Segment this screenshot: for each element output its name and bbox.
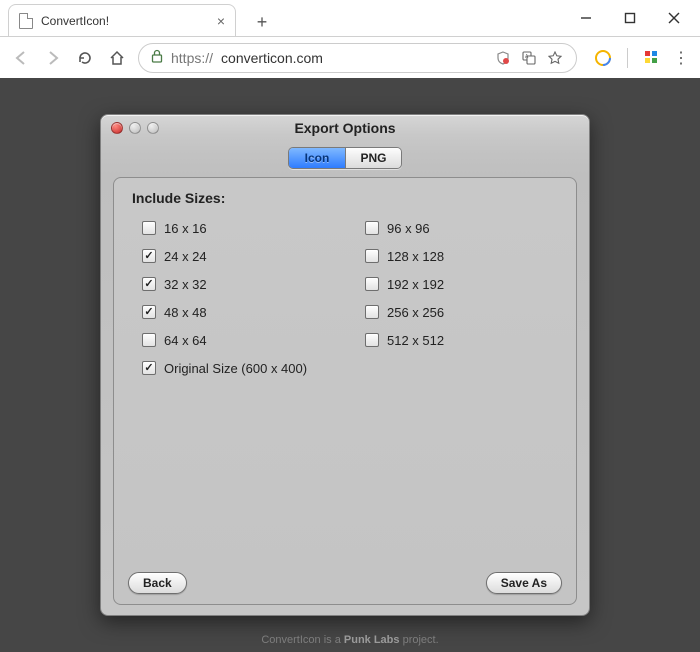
- size-checkbox[interactable]: [142, 361, 156, 375]
- maximize-button[interactable]: [612, 4, 648, 32]
- size-label: 16 x 16: [164, 221, 207, 236]
- tab-png[interactable]: PNG: [345, 148, 401, 168]
- export-options-dialog: Export Options Icon PNG Include Sizes: 1…: [100, 114, 590, 616]
- size-label: Original Size (600 x 400): [164, 361, 307, 376]
- size-label: 128 x 128: [387, 249, 444, 264]
- forward-button[interactable]: [42, 47, 64, 69]
- translate-icon[interactable]: A: [520, 49, 538, 67]
- size-checkbox[interactable]: [365, 221, 379, 235]
- save-as-button[interactable]: Save As: [486, 572, 562, 594]
- size-label: 96 x 96: [387, 221, 430, 236]
- size-checkbox[interactable]: [365, 333, 379, 347]
- url-scheme: https://: [171, 50, 213, 66]
- tab-icon[interactable]: Icon: [289, 148, 345, 168]
- toolbar: https:// converticon.com A ⋮: [0, 36, 700, 78]
- arrow-right-icon: [45, 50, 61, 66]
- size-checkbox[interactable]: [365, 305, 379, 319]
- address-bar[interactable]: https:// converticon.com A: [138, 43, 577, 73]
- size-option: 32 x 32: [132, 270, 335, 298]
- window-controls: [568, 4, 692, 32]
- back-button[interactable]: [10, 47, 32, 69]
- toolbar-divider: [627, 48, 628, 68]
- shield-icon[interactable]: [494, 49, 512, 67]
- lock-icon: [151, 49, 163, 66]
- browser-tab[interactable]: ConvertIcon! ×: [8, 4, 236, 36]
- size-label: 512 x 512: [387, 333, 444, 348]
- browser-chrome: ConvertIcon! × +: [0, 0, 700, 78]
- tab-title: ConvertIcon!: [41, 14, 209, 28]
- close-window-button[interactable]: [656, 4, 692, 32]
- size-checkbox[interactable]: [142, 305, 156, 319]
- new-tab-button[interactable]: +: [248, 8, 276, 36]
- maximize-icon: [624, 12, 636, 24]
- size-checkbox[interactable]: [142, 277, 156, 291]
- size-option: 192 x 192: [355, 270, 558, 298]
- home-button[interactable]: [106, 47, 128, 69]
- size-option: 128 x 128: [355, 242, 558, 270]
- size-label: 24 x 24: [164, 249, 207, 264]
- extension-icons: ⋮: [587, 48, 690, 68]
- size-option: 512 x 512: [355, 326, 558, 354]
- footer-pre: ConvertIcon is a: [261, 634, 344, 646]
- kebab-menu-icon[interactable]: ⋮: [672, 48, 690, 68]
- size-option: Original Size (600 x 400): [132, 354, 335, 382]
- traffic-minimize-button[interactable]: [129, 122, 141, 134]
- footer-post: project.: [400, 634, 439, 646]
- format-segmented-control: Icon PNG: [101, 141, 589, 177]
- reload-icon: [77, 50, 93, 66]
- size-label: 32 x 32: [164, 277, 207, 292]
- dialog-title: Export Options: [101, 120, 589, 136]
- size-option: 96 x 96: [355, 214, 558, 242]
- reload-button[interactable]: [74, 47, 96, 69]
- size-option: 64 x 64: [132, 326, 335, 354]
- size-label: 48 x 48: [164, 305, 207, 320]
- close-icon[interactable]: ×: [217, 13, 225, 29]
- page-area: Export Options Icon PNG Include Sizes: 1…: [0, 78, 700, 652]
- back-dialog-button[interactable]: Back: [128, 572, 187, 594]
- size-checkbox[interactable]: [142, 333, 156, 347]
- close-window-icon: [668, 12, 680, 24]
- size-option: 256 x 256: [355, 298, 558, 326]
- extension-grid-icon[interactable]: [642, 48, 662, 68]
- size-checkbox[interactable]: [365, 277, 379, 291]
- arrow-left-icon: [13, 50, 29, 66]
- size-option: 16 x 16: [132, 214, 335, 242]
- minimize-button[interactable]: [568, 4, 604, 32]
- minimize-icon: [580, 12, 592, 24]
- traffic-close-button[interactable]: [111, 122, 123, 134]
- page-footer: ConvertIcon is a Punk Labs project.: [0, 634, 700, 646]
- file-icon: [19, 13, 33, 29]
- extension-circle-icon[interactable]: [593, 48, 613, 68]
- traffic-lights: [101, 122, 159, 134]
- home-icon: [109, 50, 125, 66]
- tab-strip: ConvertIcon! × +: [0, 0, 700, 36]
- include-sizes-label: Include Sizes:: [132, 190, 558, 206]
- url-host: converticon.com: [221, 50, 486, 66]
- traffic-zoom-button[interactable]: [147, 122, 159, 134]
- size-option: 48 x 48: [132, 298, 335, 326]
- dialog-footer: Back Save As: [128, 572, 562, 594]
- size-checkbox[interactable]: [365, 249, 379, 263]
- star-icon[interactable]: [546, 49, 564, 67]
- footer-brand: Punk Labs: [344, 634, 400, 646]
- size-checkbox[interactable]: [142, 221, 156, 235]
- size-label: 64 x 64: [164, 333, 207, 348]
- size-label: 192 x 192: [387, 277, 444, 292]
- dialog-titlebar: Export Options: [101, 115, 589, 141]
- size-label: 256 x 256: [387, 305, 444, 320]
- dialog-content: Include Sizes: 16 x 16 24 x 24 32 x 32 48 x…: [113, 177, 577, 605]
- size-checkbox[interactable]: [142, 249, 156, 263]
- size-option: 24 x 24: [132, 242, 335, 270]
